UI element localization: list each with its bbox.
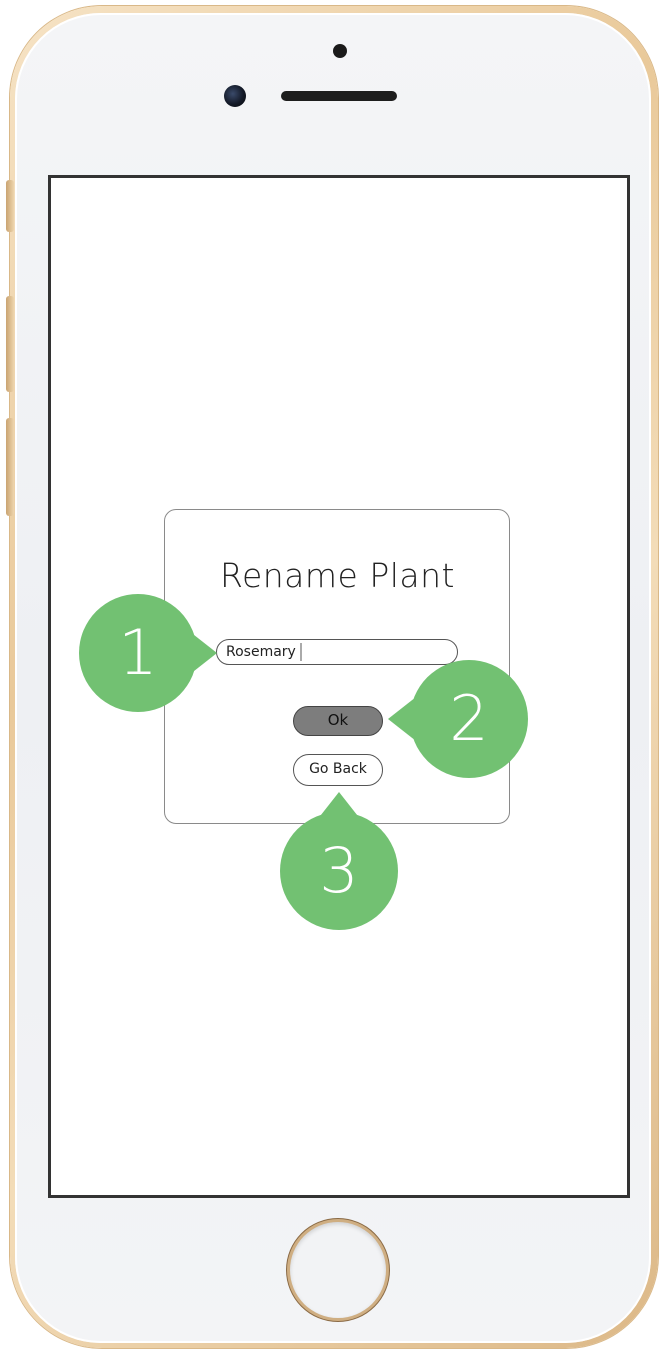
dialog-title: Rename Plant bbox=[220, 556, 455, 595]
callout-marker-3: 3 bbox=[280, 792, 398, 930]
volume-up-button bbox=[6, 296, 14, 392]
volume-down-button bbox=[6, 418, 14, 516]
callout-marker-1: 1 bbox=[79, 594, 217, 712]
front-camera-icon bbox=[224, 85, 246, 107]
go-back-button[interactable]: Go Back bbox=[293, 754, 383, 786]
plant-name-input-value: Rosemary bbox=[226, 643, 296, 660]
mute-switch bbox=[6, 180, 14, 232]
callout-marker-2: 2 bbox=[388, 660, 528, 778]
text-caret bbox=[299, 643, 302, 661]
plant-name-input[interactable]: Rosemary bbox=[216, 639, 458, 665]
ok-button[interactable]: Ok bbox=[293, 706, 383, 736]
proximity-sensor bbox=[333, 44, 347, 58]
home-button[interactable] bbox=[290, 1222, 386, 1318]
earpiece-speaker bbox=[281, 91, 397, 101]
